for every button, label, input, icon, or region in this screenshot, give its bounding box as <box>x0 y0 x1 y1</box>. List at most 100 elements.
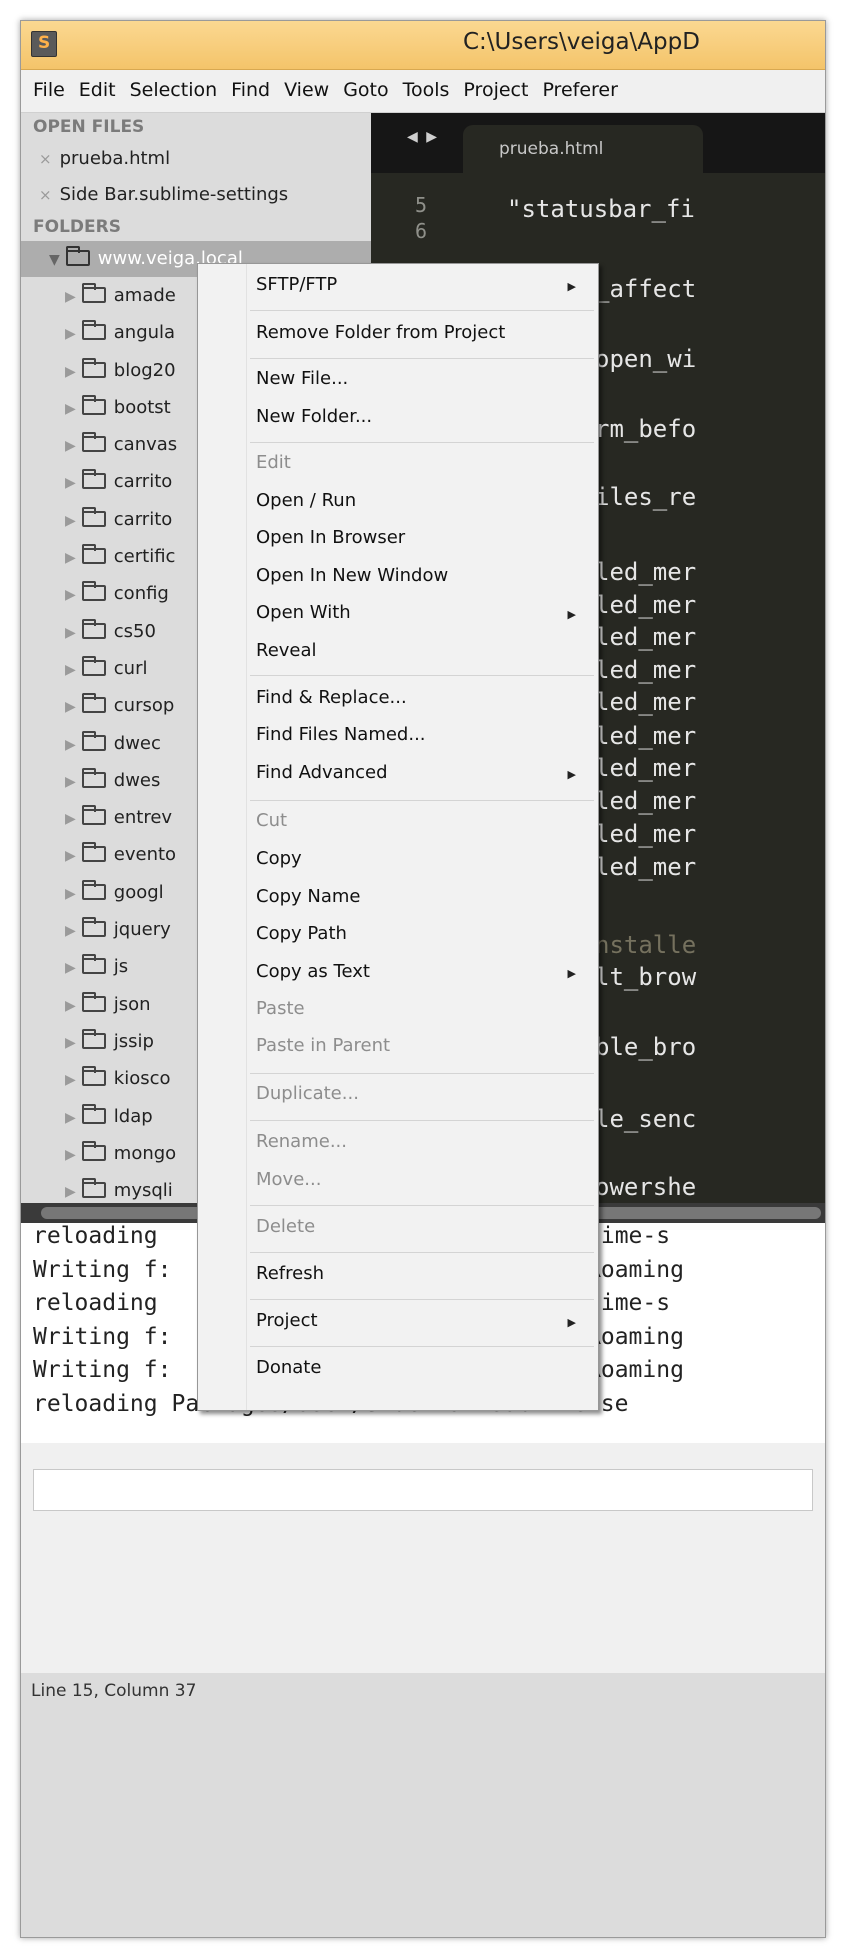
folder-open-icon <box>65 246 90 266</box>
menu-item-project[interactable]: Project <box>256 1310 318 1331</box>
menu-item-open-with[interactable]: Open With <box>256 602 351 623</box>
menu-preferences[interactable]: Preferer <box>535 70 624 101</box>
collapsed-triangle-icon[interactable]: ▶ <box>65 465 76 502</box>
folder-label: kiosco <box>113 1068 171 1090</box>
folder-label: entrev <box>113 807 173 829</box>
collapsed-triangle-icon[interactable]: ▶ <box>65 988 76 1025</box>
tab-scroll-arrows-icon[interactable]: ◀ ▶ <box>407 129 439 145</box>
collapsed-triangle-icon[interactable]: ▶ <box>65 1100 76 1137</box>
folder-icon <box>81 991 106 1012</box>
collapsed-triangle-icon[interactable]: ▶ <box>65 1025 76 1062</box>
menu-item-remove-folder-from-project[interactable]: Remove Folder from Project <box>256 322 505 343</box>
menu-item-copy-path[interactable]: Copy Path <box>256 923 347 944</box>
close-file-icon[interactable]: × <box>39 150 52 168</box>
menu-item-sftp-ftp[interactable]: SFTP/FTP <box>256 274 337 295</box>
folder-label: cs50 <box>113 620 156 642</box>
menu-project[interactable]: Project <box>456 70 535 101</box>
menu-selection[interactable]: Selection <box>123 70 225 101</box>
menu-item-copy[interactable]: Copy <box>256 848 302 869</box>
menu-item-donate[interactable]: Donate <box>256 1357 321 1378</box>
code-line: led_mer <box>595 688 697 716</box>
collapsed-triangle-icon[interactable]: ▶ <box>65 801 76 838</box>
cursor-position: Line 15, Column 37 <box>31 1681 197 1701</box>
menu-item-paste[interactable]: Paste <box>256 998 305 1019</box>
collapsed-triangle-icon[interactable]: ▶ <box>65 838 76 875</box>
collapsed-triangle-icon[interactable]: ▶ <box>65 279 76 316</box>
collapsed-triangle-icon[interactable]: ▶ <box>65 428 76 465</box>
menu-item-find-replace[interactable]: Find & Replace... <box>256 687 407 708</box>
menu-view[interactable]: View <box>277 70 336 101</box>
menu-item-copy-as-text[interactable]: Copy as Text <box>256 961 370 982</box>
menu-file[interactable]: File <box>21 70 72 101</box>
collapsed-triangle-icon[interactable]: ▶ <box>65 540 76 577</box>
title-bar[interactable]: C:\Users\veiga\AppD <box>21 21 825 70</box>
code-line: rm_befo <box>595 415 697 443</box>
menu-item-duplicate[interactable]: Duplicate... <box>256 1083 359 1104</box>
folder-label: mysqli <box>113 1180 173 1202</box>
menu-separator <box>250 358 594 359</box>
folder-label: googl <box>113 881 164 903</box>
menu-edit[interactable]: Edit <box>72 70 123 101</box>
menu-find[interactable]: Find <box>224 70 277 101</box>
menu-item-move[interactable]: Move... <box>256 1169 321 1190</box>
collapsed-triangle-icon[interactable]: ▶ <box>65 577 76 614</box>
sublime-text-app-icon[interactable] <box>31 31 57 57</box>
collapsed-triangle-icon[interactable]: ▶ <box>65 727 76 764</box>
menu-item-copy-name[interactable]: Copy Name <box>256 886 360 907</box>
folder-label: ldap <box>113 1105 153 1127</box>
folder-icon <box>81 469 106 490</box>
collapsed-triangle-icon[interactable]: ▶ <box>65 689 76 726</box>
menu-item-open-run[interactable]: Open / Run <box>256 490 356 511</box>
collapsed-triangle-icon[interactable]: ▶ <box>65 1137 76 1174</box>
close-file-icon[interactable]: × <box>39 186 52 204</box>
code-line: led_mer <box>595 623 697 651</box>
folder-icon <box>81 357 106 378</box>
collapsed-triangle-icon[interactable]: ▶ <box>65 354 76 391</box>
collapsed-triangle-icon[interactable]: ▶ <box>65 615 76 652</box>
collapsed-triangle-icon[interactable]: ▶ <box>65 503 76 540</box>
collapsed-triangle-icon[interactable]: ▶ <box>65 391 76 428</box>
menu-goto[interactable]: Goto <box>336 70 395 101</box>
menu-tools[interactable]: Tools <box>396 70 457 101</box>
collapsed-triangle-icon[interactable]: ▶ <box>65 1174 76 1203</box>
menu-item-new-file[interactable]: New File... <box>256 368 348 389</box>
collapsed-triangle-icon[interactable]: ▶ <box>65 950 76 987</box>
menu-item-paste-in-parent[interactable]: Paste in Parent <box>256 1035 390 1056</box>
menu-item-rename[interactable]: Rename... <box>256 1131 347 1152</box>
menu-item-find-files-named[interactable]: Find Files Named... <box>256 724 426 745</box>
folder-icon <box>81 1140 106 1161</box>
folder-icon <box>81 917 106 938</box>
collapsed-triangle-icon[interactable]: ▶ <box>65 876 76 913</box>
menu-item-new-folder[interactable]: New Folder... <box>256 406 372 427</box>
menu-item-reveal[interactable]: Reveal <box>256 640 317 661</box>
menu-bar: File Edit Selection Find View Goto Tools Projec… <box>21 70 825 113</box>
tab-prueba-html[interactable]: prueba.html <box>463 125 703 173</box>
menu-item-cut[interactable]: Cut <box>256 810 287 831</box>
menu-separator <box>250 1346 594 1347</box>
menu-item-delete[interactable]: Delete <box>256 1216 315 1237</box>
folder-icon <box>81 655 106 676</box>
folder-icon <box>81 432 106 453</box>
console-input[interactable] <box>33 1469 813 1511</box>
collapsed-triangle-icon[interactable]: ▶ <box>65 316 76 353</box>
folder-label: angula <box>113 322 176 344</box>
output-line-fragment: Roaming <box>587 1324 684 1350</box>
menu-item-open-in-browser[interactable]: Open In Browser <box>256 527 405 548</box>
folder-label: amade <box>113 285 176 306</box>
code-line: owershe <box>595 1173 697 1201</box>
folder-icon <box>81 954 106 975</box>
menu-item-edit[interactable]: Edit <box>256 452 291 473</box>
sublime-window: C:\Users\veiga\AppD FileEditSelectionFin… <box>20 20 826 1938</box>
collapsed-triangle-icon[interactable]: ▶ <box>65 652 76 689</box>
open-file-item[interactable]: × prueba.html <box>21 141 371 177</box>
open-file-item[interactable]: × Side Bar.sublime-settings <box>21 177 371 213</box>
menu-item-refresh[interactable]: Refresh <box>256 1263 324 1284</box>
menu-item-find-advanced[interactable]: Find Advanced <box>256 762 388 783</box>
collapsed-triangle-icon[interactable]: ▶ <box>65 913 76 950</box>
menu-item-open-in-new-window[interactable]: Open In New Window <box>256 565 448 586</box>
collapsed-triangle-icon[interactable]: ▶ <box>65 764 76 801</box>
expanded-triangle-icon[interactable]: ▼ <box>49 242 60 278</box>
collapsed-triangle-icon[interactable]: ▶ <box>65 1062 76 1099</box>
folder-icon <box>81 767 106 788</box>
code-line: open_wi <box>595 345 697 373</box>
